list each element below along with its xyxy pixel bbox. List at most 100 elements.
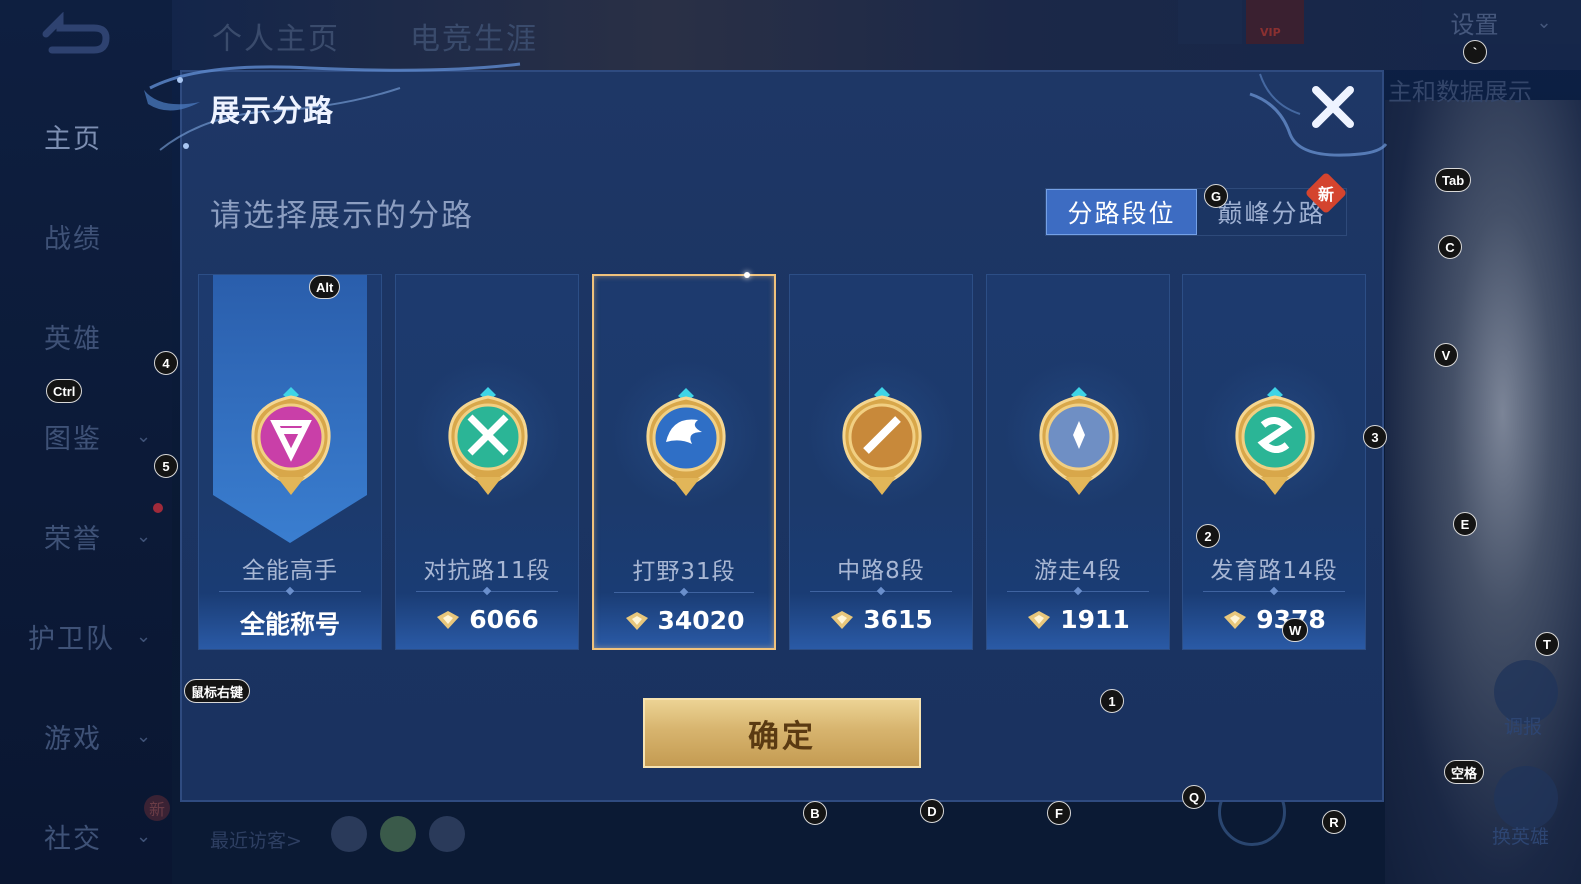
- data-display-text: 主和数据展示: [1388, 78, 1532, 106]
- chevron-down-icon: ⌄: [136, 425, 154, 447]
- rank-points-icon: [624, 610, 650, 632]
- sidebar-new-badge: 新: [144, 795, 170, 821]
- sidebar-item-label: 社交: [44, 823, 102, 855]
- hint-1: 1: [1100, 689, 1124, 713]
- chevron-down-icon: ⌄: [136, 525, 154, 547]
- hint-w: W: [1282, 618, 1309, 642]
- lane-card-title: 对抗路11段: [423, 558, 551, 584]
- confirm-button[interactable]: 确定: [643, 698, 921, 768]
- back-arrow-icon[interactable]: [38, 12, 112, 56]
- lane-card[interactable]: 打野31段 34020: [592, 272, 776, 650]
- divider: [1203, 591, 1345, 592]
- roam-wings-emblem-icon: [1029, 385, 1129, 497]
- rank-points-icon: [829, 609, 855, 631]
- lane-card-score-value: 3615: [863, 605, 933, 634]
- lane-card[interactable]: 对抗路11段 6066: [395, 274, 579, 650]
- sidebar-item-guard[interactable]: 护卫队 ⌄: [0, 606, 172, 666]
- settings-button[interactable]: 设置 ⌄: [1422, 0, 1580, 44]
- hint-g: G: [1204, 184, 1229, 208]
- sidebar-item-game[interactable]: 游戏 ⌄: [0, 706, 172, 766]
- lane-type-toggle: 分路段位 巅峰分路: [1045, 188, 1347, 236]
- lane-card-score: 34020: [594, 606, 774, 635]
- visitor-avatar[interactable]: [331, 816, 367, 852]
- hint-5: 5: [154, 454, 178, 478]
- sidebar-item-label: 荣誉: [44, 523, 102, 555]
- mid-lane-emblem-icon: [832, 385, 932, 497]
- all-rounder-emblem-icon: [241, 385, 341, 497]
- clash-lane-emblem-icon: [438, 385, 538, 497]
- hint-b: B: [803, 801, 827, 825]
- lane-card-title: 发育路14段: [1210, 558, 1338, 584]
- hint-r: R: [1322, 810, 1346, 834]
- lane-card-score-value: 全能称号: [239, 610, 340, 639]
- rank-points-icon: [435, 609, 461, 631]
- lane-card-title: 游走4段: [1034, 558, 1122, 584]
- lane-card-title: 打野31段: [632, 559, 736, 585]
- divider: [614, 592, 754, 593]
- sidebar-item-record[interactable]: 战绩: [0, 206, 172, 266]
- swap-hero-icon[interactable]: [1494, 766, 1558, 830]
- rank-points-icon: [1222, 609, 1248, 631]
- friend-avatar[interactable]: [1178, 0, 1242, 44]
- lane-card[interactable]: 中路8段 3615: [789, 274, 973, 650]
- swap-hero-label: 换英雄: [1492, 826, 1550, 848]
- hint-right-mouse: 鼠标右键: [184, 679, 251, 703]
- sidebar-item-honor[interactable]: 荣誉 ⌄: [0, 506, 172, 566]
- lane-card-score-value: 1911: [1060, 605, 1130, 634]
- modal-title: 展示分路: [210, 94, 334, 129]
- sidebar-item-label: 战绩: [44, 223, 102, 255]
- lane-card-score-value: 34020: [657, 606, 745, 635]
- lane-card-title: 全能高手: [242, 558, 338, 584]
- divider: [810, 591, 952, 592]
- lane-card-score: 1911: [987, 605, 1169, 634]
- chevron-down-icon: ⌄: [136, 825, 154, 847]
- vip-avatar[interactable]: VIP: [1246, 0, 1304, 44]
- hint-c: C: [1438, 235, 1462, 259]
- tab-lane-rank[interactable]: 分路段位: [1046, 189, 1197, 235]
- hint-f: F: [1047, 801, 1071, 825]
- hint-3: 3: [1363, 425, 1387, 449]
- sidebar-item-label: 图鉴: [44, 423, 102, 455]
- lane-card-score: 3615: [790, 605, 972, 634]
- lane-card[interactable]: 全能高手 全能称号: [198, 274, 382, 650]
- selection-sparkle: [744, 272, 750, 278]
- chevron-down-icon: ⌄: [136, 725, 154, 747]
- lane-card-title: 中路8段: [837, 558, 925, 584]
- sidebar-item-label: 主页: [44, 123, 102, 155]
- hint-ctrl: Ctrl: [46, 379, 83, 403]
- new-badge-text: 新: [1317, 184, 1335, 204]
- tab-personal-home[interactable]: 个人主页: [212, 14, 340, 58]
- close-icon: [1312, 86, 1354, 128]
- visitor-avatar[interactable]: [380, 816, 416, 852]
- modal-subtitle: 请选择展示的分路: [210, 198, 474, 234]
- hint-t: T: [1535, 632, 1559, 656]
- hint-4: 4: [154, 351, 178, 375]
- hint-e: E: [1453, 512, 1477, 536]
- chevron-down-icon: ⌄: [136, 625, 154, 647]
- divider: [1007, 591, 1149, 592]
- decorative-swirl: [144, 62, 521, 151]
- vip-label: VIP: [1260, 26, 1281, 39]
- hint-alt: Alt: [309, 275, 341, 299]
- hint-2: 2: [1196, 524, 1220, 548]
- hint-tab: Tab: [1435, 168, 1472, 192]
- lane-card[interactable]: 发育路14段 9378: [1182, 274, 1366, 650]
- sidebar-item-codex[interactable]: 图鉴 ⌄: [0, 406, 172, 466]
- lane-card[interactable]: 游走4段 1911: [986, 274, 1170, 650]
- lane-card-score: 9378: [1183, 605, 1365, 634]
- sidebar-item-heroes[interactable]: 英雄: [0, 306, 172, 366]
- hint-backtick: `: [1463, 40, 1487, 64]
- lane-card-score-value: 6066: [469, 605, 539, 634]
- sidebar-item-label: 英雄: [44, 323, 102, 355]
- hint-d: D: [920, 799, 944, 823]
- report-label: 调报: [1504, 716, 1543, 738]
- chevron-down-icon: ⌄: [1536, 11, 1552, 33]
- hint-q: Q: [1182, 785, 1207, 809]
- tab-esports-career[interactable]: 电竞生涯: [410, 14, 538, 58]
- recent-visitors-link[interactable]: 最近访客>: [210, 826, 302, 853]
- sidebar-item-label: 护卫队: [28, 623, 115, 655]
- hint-v: V: [1434, 343, 1458, 367]
- lane-card-score: 全能称号: [199, 605, 381, 641]
- close-button[interactable]: [1306, 80, 1360, 134]
- visitor-avatar[interactable]: [429, 816, 465, 852]
